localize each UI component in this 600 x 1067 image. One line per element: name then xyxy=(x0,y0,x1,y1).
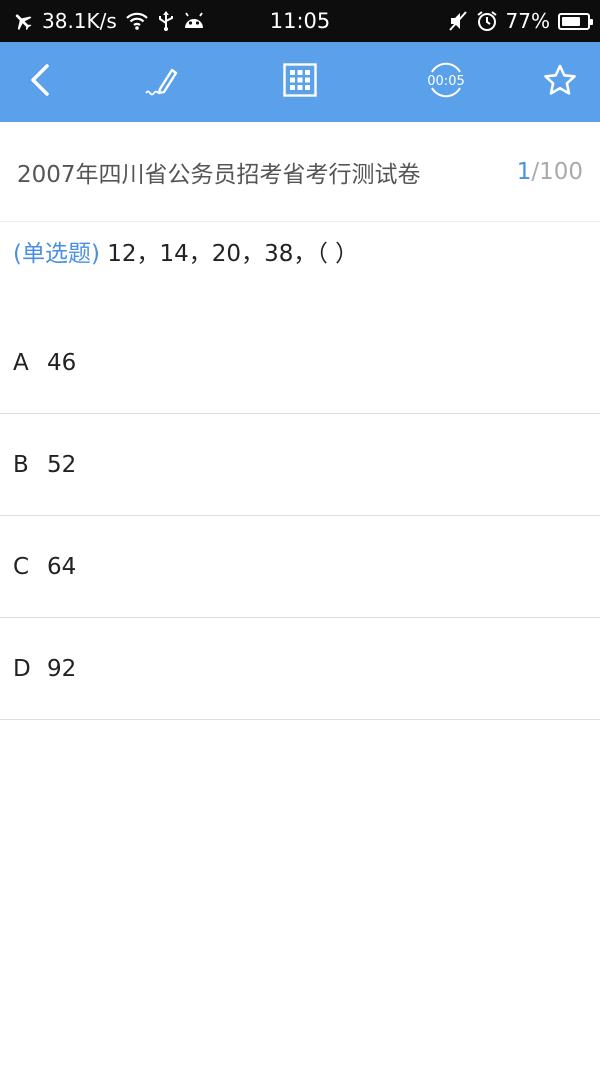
wifi-icon xyxy=(125,11,149,31)
timer-text: 00:05 xyxy=(427,74,464,89)
option-letter: B xyxy=(13,451,29,478)
airplane-icon xyxy=(12,10,34,32)
exam-header: 2007年四川省公务员招考省考行测试卷 1/100 xyxy=(0,122,600,222)
option-value: 52 xyxy=(47,451,77,478)
battery-fill xyxy=(562,16,581,26)
answer-options: A 46 B 52 C 64 D 92 xyxy=(0,312,600,720)
option-b[interactable]: B 52 xyxy=(0,414,600,516)
usb-icon xyxy=(157,10,175,32)
total-questions: /100 xyxy=(531,158,583,185)
star-icon xyxy=(542,63,578,101)
option-letter: A xyxy=(13,349,29,376)
timer-button[interactable]: 00:05 xyxy=(410,42,482,122)
grid-icon xyxy=(283,63,317,101)
current-question-number: 1 xyxy=(516,158,532,185)
question-counter: 1/100 xyxy=(517,159,583,185)
mute-icon xyxy=(448,10,468,32)
option-d[interactable]: D 92 xyxy=(0,618,600,720)
option-value: 46 xyxy=(47,349,77,376)
option-letter: C xyxy=(13,553,30,580)
status-right: 77% xyxy=(448,9,593,33)
exam-title: 2007年四川省公务员招考省考行测试卷 xyxy=(17,161,421,188)
battery-percent: 77% xyxy=(505,9,550,33)
pen-icon xyxy=(142,62,182,102)
question-text: 12，14，20，38，（ ） xyxy=(99,241,359,267)
question-stem: (单选题) 12，14，20，38，（ ） xyxy=(13,236,588,272)
draft-button[interactable] xyxy=(126,42,198,122)
question-type: (单选题) xyxy=(13,241,100,267)
status-left: 38.1K/s xyxy=(12,9,205,33)
option-value: 64 xyxy=(47,553,77,580)
option-c[interactable]: C 64 xyxy=(0,516,600,618)
answer-sheet-button[interactable] xyxy=(264,42,336,122)
timer-icon: 00:05 xyxy=(424,60,468,104)
favorite-button[interactable] xyxy=(524,42,596,122)
status-bar: 38.1K/s 11:05 77% xyxy=(0,0,600,42)
back-button[interactable] xyxy=(4,42,76,122)
option-value: 92 xyxy=(47,655,77,682)
network-speed: 38.1K/s xyxy=(42,9,117,33)
android-icon xyxy=(183,11,205,31)
battery-icon xyxy=(558,12,593,30)
back-arrow-icon xyxy=(25,62,55,102)
alarm-icon xyxy=(476,10,498,32)
option-a[interactable]: A 46 xyxy=(0,312,600,414)
exam-toolbar: 00:05 xyxy=(0,42,600,122)
option-letter: D xyxy=(13,655,31,682)
